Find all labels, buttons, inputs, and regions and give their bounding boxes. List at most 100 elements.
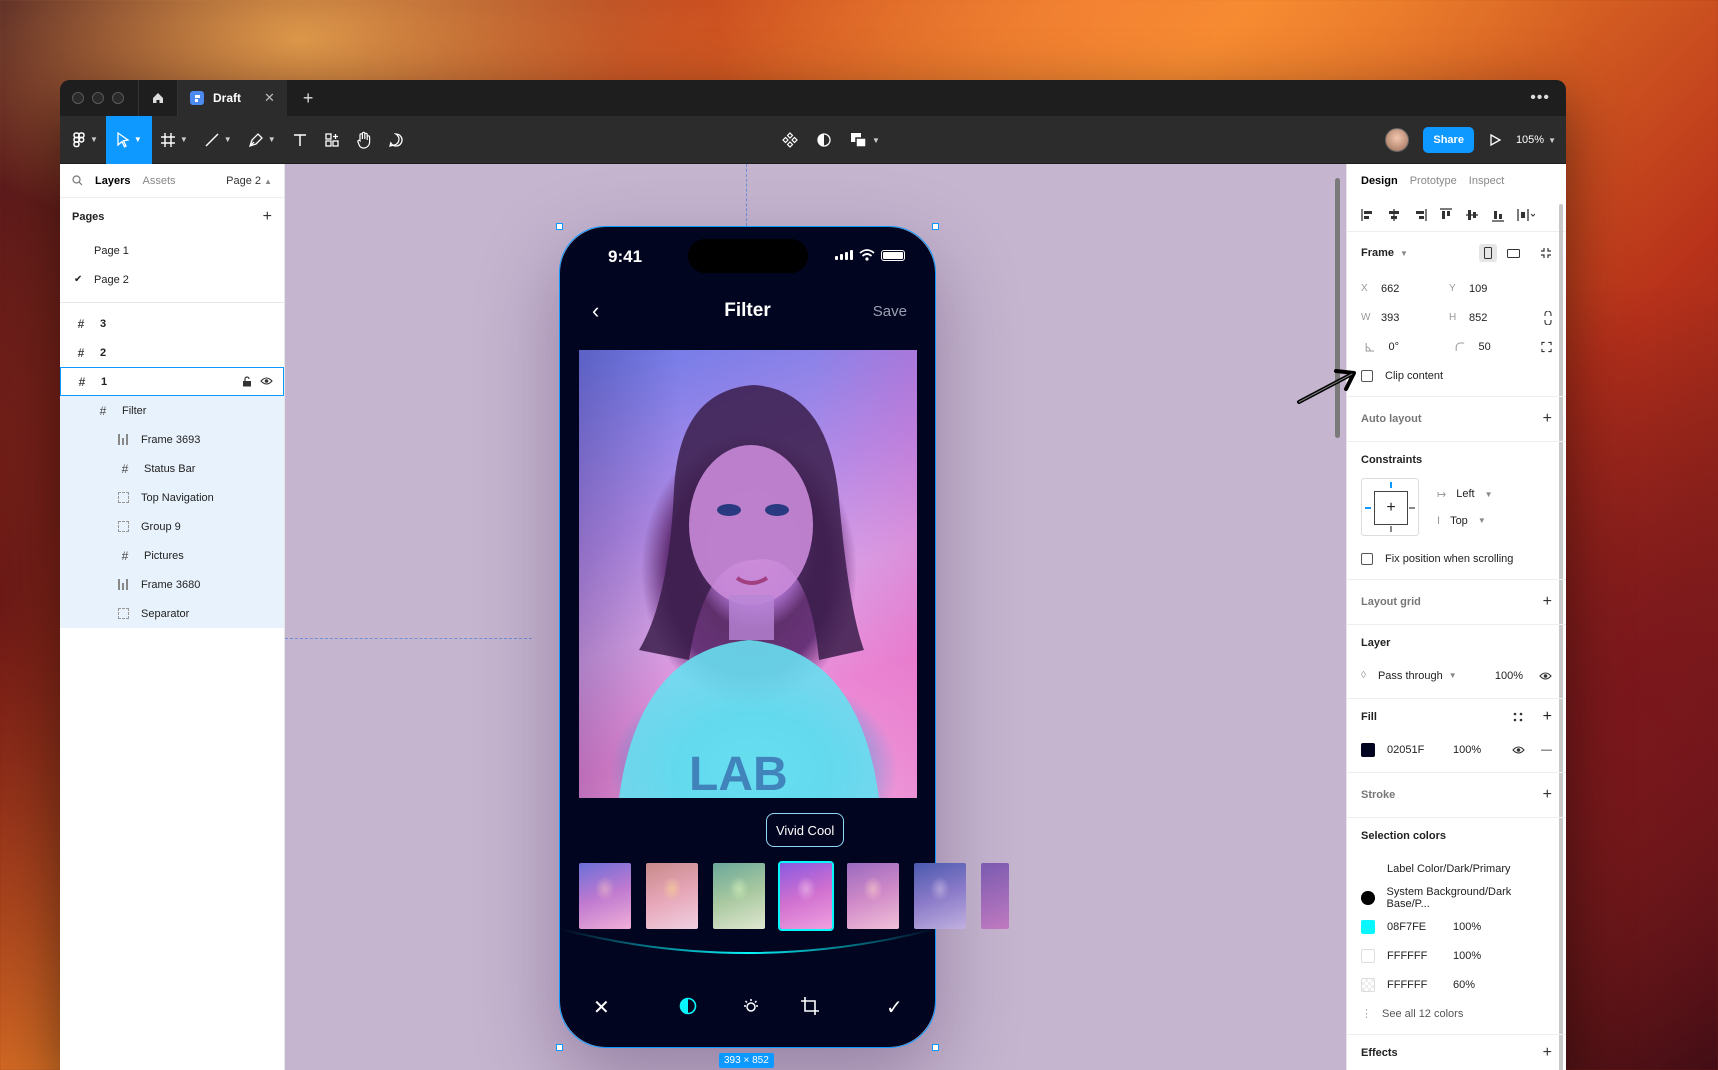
radius-input[interactable]: 50 xyxy=(1479,341,1541,353)
tab-assets[interactable]: Assets xyxy=(142,175,175,187)
fill-opacity-input[interactable]: 100% xyxy=(1453,744,1481,756)
selection-color-row[interactable]: 08F7FE 100% xyxy=(1347,912,1566,941)
layer-frame-3680[interactable]: Frame 3680 xyxy=(60,570,284,599)
pen-tool-button[interactable]: ▼ xyxy=(240,116,284,164)
layer-opacity-input[interactable]: 100% xyxy=(1495,670,1523,682)
new-tab-button[interactable]: + xyxy=(303,88,314,109)
add-layout-grid-button[interactable]: + xyxy=(1543,593,1552,611)
tab-layers[interactable]: Layers xyxy=(95,175,130,187)
frame-label[interactable]: Frame xyxy=(1361,247,1394,259)
resize-handle[interactable] xyxy=(556,223,563,230)
comment-tool-button[interactable] xyxy=(380,116,412,164)
home-button[interactable] xyxy=(138,80,178,116)
minimize-window-button[interactable] xyxy=(92,92,104,104)
resize-handle[interactable] xyxy=(932,223,939,230)
crop-icon[interactable] xyxy=(800,996,820,1016)
present-play-icon[interactable] xyxy=(1488,133,1502,147)
filter-thumbnail[interactable] xyxy=(579,863,631,929)
selection-color-row[interactable]: FFFFFF 60% xyxy=(1347,970,1566,999)
resources-tool-button[interactable] xyxy=(316,116,348,164)
phone-frame-filter[interactable]: 9:41 ‹ Filter Save LAB Vivid Cool ✕ ✓ xyxy=(560,227,1009,1047)
filter-thumbnail[interactable] xyxy=(646,863,698,929)
filter-thumbnail[interactable] xyxy=(981,863,1009,929)
main-menu-button[interactable]: ▼ xyxy=(64,116,106,164)
x-input[interactable]: 662 xyxy=(1381,283,1449,295)
cancel-x-icon[interactable]: ✕ xyxy=(593,995,610,1020)
adjust-sun-icon[interactable] xyxy=(741,997,761,1015)
constrain-proportions-icon[interactable] xyxy=(1544,310,1552,325)
filter-thumbnail-selected[interactable] xyxy=(780,863,832,929)
resize-handle[interactable] xyxy=(556,1044,563,1051)
line-tool-button[interactable]: ▼ xyxy=(196,116,240,164)
page-item-2[interactable]: ✔ Page 2 xyxy=(60,265,284,294)
layer-frame-1[interactable]: # 1 xyxy=(60,367,284,396)
lock-icon[interactable] xyxy=(242,376,252,387)
layer-group-9[interactable]: Group 9 xyxy=(60,512,284,541)
selection-color-row[interactable]: FFFFFF 100% xyxy=(1347,941,1566,970)
vertical-constraint-dropdown[interactable]: I Top ▼ xyxy=(1437,515,1493,527)
selection-color-row[interactable]: System Background/Dark Base/P... xyxy=(1347,883,1566,912)
color-swatch[interactable] xyxy=(1361,890,1375,905)
resize-handle[interactable] xyxy=(932,1044,939,1051)
layer-pictures[interactable]: # Pictures xyxy=(60,541,284,570)
save-button[interactable]: Save xyxy=(873,303,907,320)
width-input[interactable]: 393 xyxy=(1381,312,1449,324)
constraint-widget[interactable]: + xyxy=(1361,478,1419,536)
rotation-input[interactable]: 0° xyxy=(1389,341,1451,353)
selection-color-row[interactable]: Label Color/Dark/Primary xyxy=(1347,854,1566,883)
zoom-dropdown[interactable]: 105% ▼ xyxy=(1516,134,1556,146)
fix-position-row[interactable]: Fix position when scrolling xyxy=(1347,544,1566,573)
confirm-check-icon[interactable]: ✓ xyxy=(886,995,903,1020)
layer-filter[interactable]: # Filter xyxy=(60,396,284,425)
share-button[interactable]: Share xyxy=(1423,127,1474,153)
boolean-ops-button[interactable]: ▼ xyxy=(850,132,880,148)
remove-fill-icon[interactable]: — xyxy=(1541,744,1552,756)
align-left-icon[interactable] xyxy=(1361,208,1375,222)
page-selector[interactable]: Page 2 ▲ xyxy=(226,175,272,187)
clip-content-row[interactable]: Clip content xyxy=(1347,361,1566,390)
search-icon[interactable] xyxy=(72,175,83,186)
fill-color-swatch[interactable] xyxy=(1361,742,1375,757)
contrast-filter-icon[interactable] xyxy=(679,997,697,1015)
resize-to-fit-icon[interactable] xyxy=(1540,247,1552,259)
more-options-icon[interactable]: ••• xyxy=(1530,89,1550,107)
page-item-1[interactable]: Page 1 xyxy=(60,236,284,265)
layer-frame-2[interactable]: # 2 xyxy=(60,338,284,367)
component-icon[interactable] xyxy=(782,132,798,148)
align-bottom-icon[interactable] xyxy=(1491,208,1505,222)
tab-prototype[interactable]: Prototype xyxy=(1410,175,1457,187)
move-tool-button[interactable]: ▼ xyxy=(105,115,152,164)
layer-top-navigation[interactable]: Top Navigation xyxy=(60,483,284,512)
tab-inspect[interactable]: Inspect xyxy=(1469,175,1504,187)
clip-content-checkbox[interactable] xyxy=(1361,369,1373,382)
layer-separator[interactable]: Separator xyxy=(60,599,284,628)
fill-hex-input[interactable]: 02051F xyxy=(1387,744,1453,756)
align-center-vertical-icon[interactable] xyxy=(1465,208,1479,222)
layer-status-bar[interactable]: # Status Bar xyxy=(60,454,284,483)
color-swatch[interactable] xyxy=(1361,948,1375,963)
add-effect-button[interactable]: + xyxy=(1543,1044,1552,1062)
eye-icon[interactable] xyxy=(1539,671,1552,681)
eye-icon[interactable] xyxy=(260,376,273,386)
blend-mode-dropdown[interactable]: Pass through xyxy=(1378,670,1443,682)
fix-position-checkbox[interactable] xyxy=(1361,552,1373,565)
align-center-horizontal-icon[interactable] xyxy=(1387,208,1401,222)
layer-frame-3693[interactable]: Frame 3693 xyxy=(60,425,284,454)
filter-thumbnail[interactable] xyxy=(914,863,966,929)
height-input[interactable]: 852 xyxy=(1469,312,1537,324)
add-stroke-button[interactable]: + xyxy=(1543,786,1552,804)
layer-frame-3[interactable]: # 3 xyxy=(60,309,284,338)
filter-thumbnail[interactable] xyxy=(847,863,899,929)
portrait-orientation-button[interactable] xyxy=(1479,244,1497,262)
contrast-icon[interactable] xyxy=(816,132,832,148)
style-grid-icon[interactable] xyxy=(1513,712,1523,722)
maximize-window-button[interactable] xyxy=(112,92,124,104)
add-fill-button[interactable]: + xyxy=(1543,708,1552,726)
hand-tool-button[interactable] xyxy=(348,116,380,164)
add-auto-layout-button[interactable]: + xyxy=(1543,410,1552,428)
close-tab-icon[interactable]: ✕ xyxy=(264,90,275,106)
distribute-icon[interactable] xyxy=(1517,208,1535,222)
user-avatar[interactable] xyxy=(1385,128,1410,152)
canvas[interactable]: 9:41 ‹ Filter Save LAB Vivid Cool ✕ ✓ 39… xyxy=(285,164,1346,1070)
independent-corners-icon[interactable] xyxy=(1541,341,1552,353)
